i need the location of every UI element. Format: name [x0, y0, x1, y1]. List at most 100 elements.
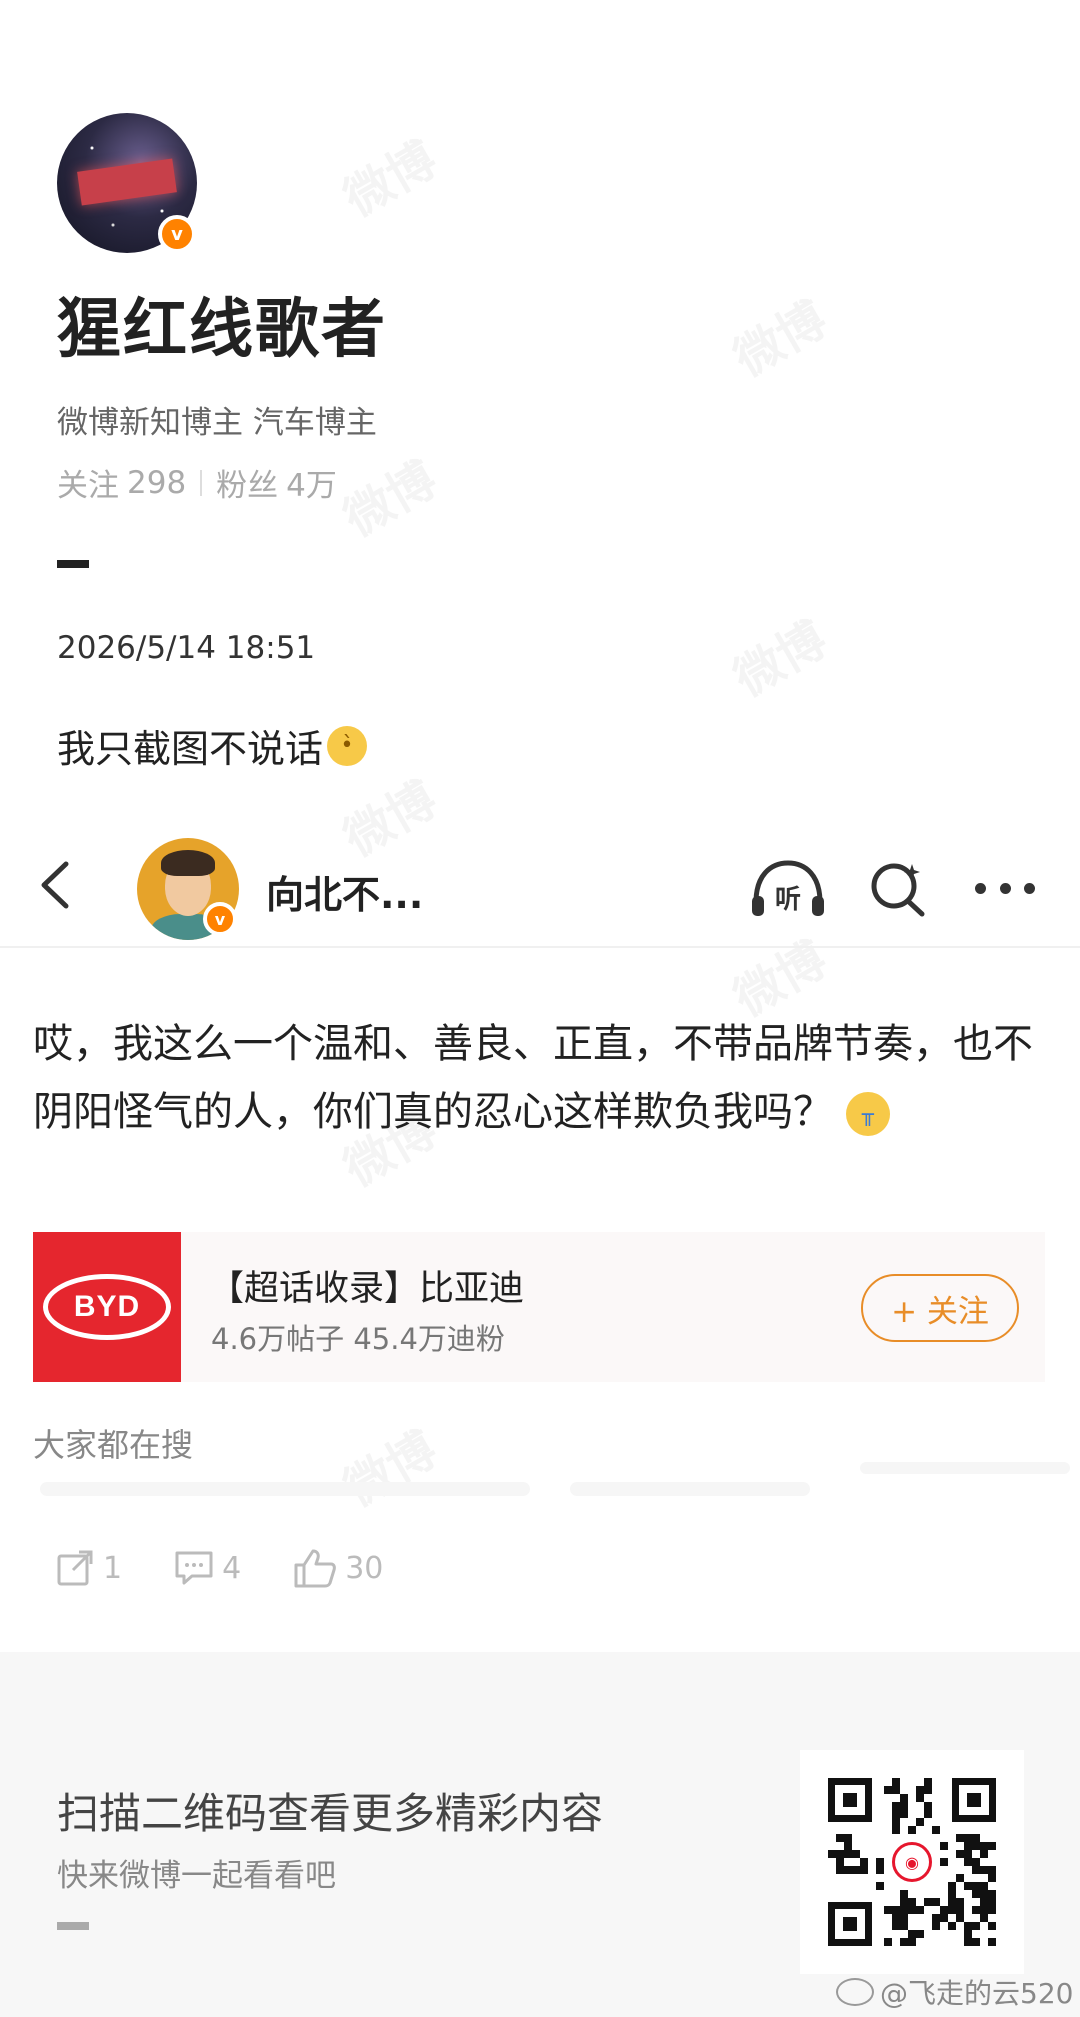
back-arrow-icon[interactable]: [36, 860, 76, 910]
qr-module: [924, 1778, 932, 1786]
crying-emoji-icon: ╥: [845, 1092, 890, 1136]
qr-module: [852, 1850, 860, 1858]
qr-module: [900, 1898, 908, 1906]
qr-module: [988, 1866, 996, 1874]
qr-module: [916, 1818, 924, 1826]
qr-module: [908, 1898, 916, 1906]
qr-module: [956, 1850, 964, 1858]
qr-module: [892, 1802, 900, 1810]
qr-module: [860, 1858, 868, 1866]
qr-module: [972, 1858, 980, 1866]
byd-logo-text: BYD: [43, 1274, 171, 1340]
qr-module: [956, 1914, 964, 1922]
topic-title: 【超话收录】比亚迪: [209, 1269, 525, 1309]
qr-module: [956, 1874, 964, 1882]
follow-button[interactable]: + 关注: [861, 1274, 1019, 1342]
qr-module: [836, 1850, 844, 1858]
qr-module: [900, 1802, 908, 1810]
listen-headphones-icon[interactable]: 听: [750, 858, 826, 920]
qr-module: [980, 1842, 988, 1850]
qr-module: [948, 1890, 956, 1898]
like-button[interactable]: 30: [293, 1547, 383, 1589]
qr-module: [932, 1922, 940, 1930]
qr-module: [988, 1922, 996, 1930]
qr-module: [964, 1858, 972, 1866]
qr-module: [828, 1850, 836, 1858]
qr-module: [900, 1890, 908, 1898]
qr-module: [980, 1914, 988, 1922]
more-options-icon[interactable]: [975, 878, 1035, 898]
qr-module: [980, 1850, 988, 1858]
qr-module: [956, 1834, 964, 1842]
qr-module: [972, 1890, 980, 1898]
thumbs-up-icon: [294, 1549, 337, 1588]
header-divider: [0, 946, 1080, 948]
qr-module: [980, 1890, 988, 1898]
qr-code[interactable]: ◉: [800, 1750, 1024, 1974]
qr-module: [924, 1786, 932, 1794]
watermark: 微博: [329, 1411, 447, 1520]
qr-module: [932, 1914, 940, 1922]
weibo-icon: [836, 1978, 874, 2006]
post-timestamp: 2026/5/14 18:51: [57, 630, 316, 666]
qr-module: [900, 1914, 908, 1922]
qr-module: [964, 1922, 972, 1930]
search-icon[interactable]: [868, 858, 928, 918]
qr-module: [964, 1930, 972, 1938]
watermark: 微博: [719, 601, 837, 710]
embedded-author-name[interactable]: 向北不...: [266, 864, 423, 919]
qr-module: [916, 1906, 924, 1914]
qr-module: [964, 1834, 972, 1842]
qr-module: [916, 1930, 924, 1938]
action-bar: 1 4 30: [57, 1547, 435, 1589]
byd-logo: BYD: [33, 1232, 181, 1382]
qr-module: [908, 1930, 916, 1938]
like-count: 30: [345, 1550, 384, 1586]
qr-module: [908, 1938, 916, 1946]
qr-module: [980, 1882, 988, 1890]
qr-module: [924, 1810, 932, 1818]
qr-module: [852, 1866, 860, 1874]
repost-count: 1: [103, 1550, 123, 1586]
comment-icon: [175, 1551, 213, 1585]
qr-module: [892, 1826, 900, 1834]
weibo-logo-icon: ◉: [892, 1842, 932, 1882]
watermark: 微博: [329, 441, 447, 550]
section-divider: [57, 560, 89, 568]
qr-module: [900, 1906, 908, 1914]
author-name[interactable]: 猩红线歌者: [57, 278, 387, 370]
trending-pill[interactable]: [570, 1482, 810, 1496]
followers-label: 粉丝: [216, 468, 279, 504]
super-topic-card[interactable]: BYD 【超话收录】比亚迪 4.6万帖子 45.4万迪粉 + 关注: [33, 1232, 1045, 1382]
qr-module: [964, 1882, 972, 1890]
qr-module: [980, 1866, 988, 1874]
repost-button[interactable]: 1: [57, 1550, 122, 1586]
qr-module: [940, 1858, 948, 1866]
qr-module: [988, 1874, 996, 1882]
qr-module: [860, 1866, 868, 1874]
qr-module: [892, 1906, 900, 1914]
qr-module: [876, 1866, 884, 1874]
qr-module: [836, 1834, 844, 1842]
qr-module: [844, 1850, 852, 1858]
qr-module: [900, 1794, 908, 1802]
qr-module: [948, 1906, 956, 1914]
qr-module: [940, 1842, 948, 1850]
comment-button[interactable]: 4: [174, 1550, 241, 1586]
stats-divider: [200, 469, 203, 496]
qr-module: [916, 1786, 924, 1794]
trending-search-label: 大家都在搜: [33, 1426, 194, 1464]
qr-module: [988, 1890, 996, 1898]
trending-pill[interactable]: [860, 1462, 1070, 1474]
qr-module: [940, 1906, 948, 1914]
post-text-content: 我只截图不说话: [57, 727, 324, 771]
qr-module: [892, 1818, 900, 1826]
thinking-emoji-icon: •̀: [327, 725, 368, 766]
qr-module: [900, 1922, 908, 1930]
qr-module: [908, 1906, 916, 1914]
watermark: 微博: [329, 121, 447, 230]
qr-module: [908, 1826, 916, 1834]
qr-module: [972, 1882, 980, 1890]
watermark: 微博: [329, 761, 447, 870]
trending-pill[interactable]: [40, 1482, 530, 1496]
